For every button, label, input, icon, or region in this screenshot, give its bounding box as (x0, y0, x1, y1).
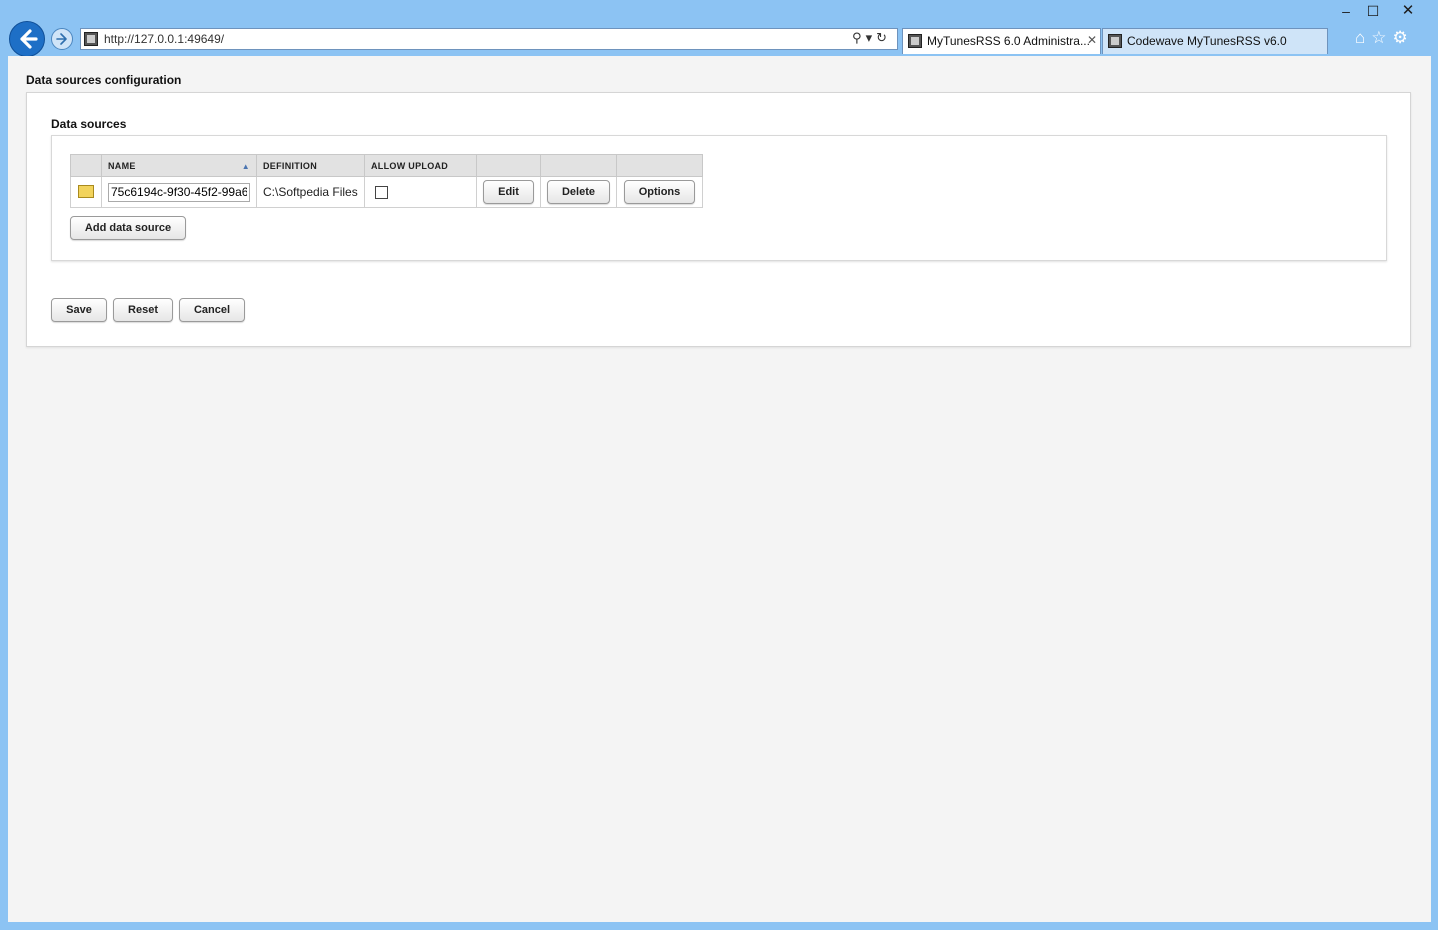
definition-column-header: DEFINITION (256, 154, 365, 177)
home-favorites-settings-icons[interactable]: ⌂☆⚙ (1355, 28, 1414, 48)
edit-cell: Edit (476, 176, 541, 208)
options-button[interactable]: Options (624, 180, 695, 204)
allow-upload-cell (364, 176, 477, 208)
tab-favicon-icon (1108, 34, 1122, 48)
forward-button[interactable] (51, 28, 73, 50)
tab-codewave[interactable]: Codewave MyTunesRSS v6.0 (1102, 28, 1328, 54)
allow-upload-column-header: ALLOW UPLOAD (364, 154, 477, 177)
cancel-button[interactable]: Cancel (179, 298, 245, 322)
name-cell (101, 176, 257, 208)
page-title: Data sources configuration (26, 73, 182, 87)
maximize-button[interactable]: ☐ (1358, 2, 1388, 20)
url-text[interactable]: http://127.0.0.1:49649/ (104, 32, 224, 46)
options-cell: Options (616, 176, 703, 208)
window-frame-bottom (0, 922, 1438, 930)
folder-icon (78, 185, 94, 198)
section-title: Data sources (51, 117, 127, 131)
minimize-button[interactable]: – (1331, 2, 1361, 20)
forward-arrow-icon (56, 33, 67, 45)
tab-mytunesrss-admin[interactable]: MyTunesRSS 6.0 Administra... ✕ (902, 28, 1101, 54)
options-column-header (616, 154, 703, 177)
browser-titlebar: – ☐ ✕ http://127.0.0.1:49649/ ⚲▾↻ MyTune… (0, 0, 1438, 57)
allow-upload-checkbox[interactable] (375, 186, 388, 200)
data-sources-table: NAME ▲ DEFINITION ALLOW UPLOAD 75c6194c-… (70, 154, 703, 208)
table-header-row: NAME ▲ DEFINITION ALLOW UPLOAD (70, 154, 703, 177)
back-button[interactable] (9, 21, 45, 57)
tab-label: Codewave MyTunesRSS v6.0 (1127, 34, 1287, 48)
close-window-button[interactable]: ✕ (1393, 2, 1423, 20)
row-icon-cell (70, 176, 102, 208)
header-name-label: NAME (108, 160, 136, 171)
definition-cell: C:\Softpedia Files (256, 176, 365, 208)
save-button[interactable]: Save (51, 298, 107, 322)
data-sources-panel: NAME ▲ DEFINITION ALLOW UPLOAD 75c6194c-… (51, 135, 1387, 261)
tab-favicon-icon (908, 34, 922, 48)
add-data-source-button[interactable]: Add data source (70, 216, 186, 240)
page-viewport: Data sources configuration Data sources … (8, 56, 1431, 922)
data-source-name-input[interactable] (108, 182, 250, 202)
site-favicon-icon (84, 32, 98, 46)
edit-button[interactable]: Edit (483, 180, 534, 204)
configuration-panel: Data sources NAME ▲ DEFINITION ALLOW UPL… (26, 92, 1411, 347)
tab-close-icon[interactable]: ✕ (1087, 33, 1097, 47)
reset-button[interactable]: Reset (113, 298, 173, 322)
back-arrow-icon (20, 29, 38, 49)
edit-column-header (476, 154, 541, 177)
delete-button[interactable]: Delete (547, 180, 610, 204)
sort-ascending-icon: ▲ (241, 161, 250, 171)
tab-label: MyTunesRSS 6.0 Administra... (927, 34, 1090, 48)
icon-column-header (70, 154, 102, 177)
name-column-header[interactable]: NAME ▲ (101, 154, 257, 177)
address-bar[interactable]: http://127.0.0.1:49649/ ⚲▾↻ (80, 28, 898, 50)
delete-column-header (540, 154, 617, 177)
delete-cell: Delete (540, 176, 617, 208)
search-refresh-icons[interactable]: ⚲▾↻ (852, 30, 891, 46)
table-row: C:\Softpedia Files Edit Delete Options (70, 176, 703, 208)
